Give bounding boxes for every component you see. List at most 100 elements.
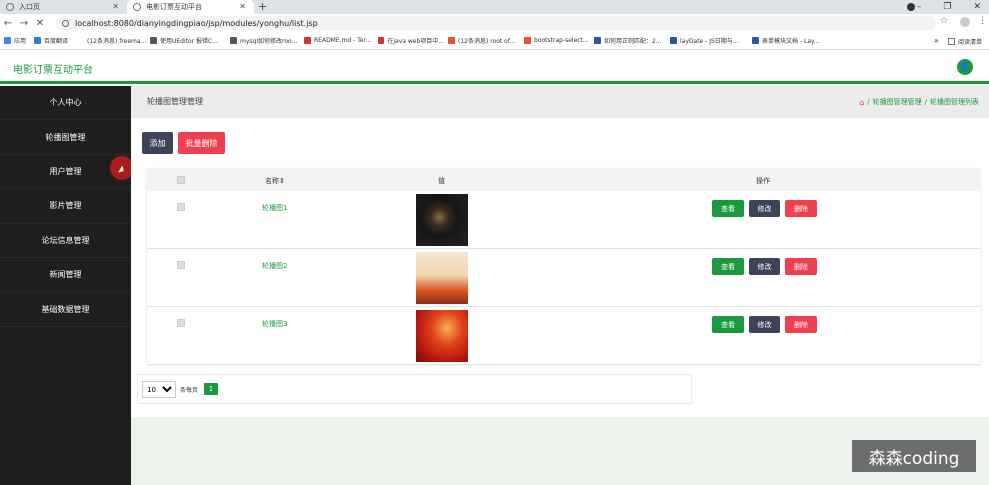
address-bar: ← → ✕ localhost:8080/dianyingdingpiao/js…	[0, 14, 989, 32]
bookmark-favicon-icon	[378, 37, 385, 44]
bookmark-item[interactable]: layDate - JS日期与...	[670, 36, 748, 45]
data-table: 名称⇕ 值 操作 轮播图1 查看 修改 删除 轮播图2 查看 修改 删除 轮播图…	[147, 169, 980, 365]
minimize-icon[interactable]: –	[917, 2, 922, 12]
bookmark-item[interactable]: README.md - Ter...	[304, 37, 374, 44]
bookmark-item[interactable]: 如何用正则匹配：2...	[594, 36, 666, 45]
bookmark-label: mysql如何修改roo...	[240, 38, 298, 45]
per-page-label: 条每页	[180, 387, 199, 394]
more-bookmarks-icon[interactable]: »	[934, 36, 939, 45]
edit-button[interactable]: 修改	[749, 200, 780, 217]
bookmark-item[interactable]: 表单模块文档 - Lay...	[752, 36, 824, 45]
column-header-value: 值	[438, 177, 445, 185]
sidebar: 个人中心 轮播图管理 用户管理 影片管理 论坛信息管理 新闻管理 基础数据管理	[0, 86, 131, 485]
profile-icon[interactable]	[907, 3, 915, 11]
user-avatar-icon[interactable]: 👤	[957, 59, 973, 75]
tab-label: 电影订票互动平台	[146, 3, 202, 11]
back-icon[interactable]: ←	[0, 18, 16, 29]
select-all-checkbox[interactable]	[177, 176, 185, 184]
app-title: 电影订票互动平台	[13, 65, 93, 76]
close-window-icon[interactable]: ✕	[973, 2, 981, 12]
account-icon[interactable]	[960, 17, 970, 27]
bulk-delete-button[interactable]: 批量删除	[178, 132, 225, 154]
page-title: 轮播图管理管理	[147, 97, 203, 106]
sidebar-item-label: 个人中心	[49, 98, 82, 108]
bookmark-label: README.md - Ter...	[314, 37, 372, 44]
table-row: 轮播图1 查看 修改 删除	[147, 191, 980, 249]
sidebar-item-label: 轮播图管理	[45, 132, 86, 142]
bookmark-item[interactable]: 应用	[4, 36, 30, 45]
carousel-thumbnail	[416, 310, 468, 362]
row-checkbox[interactable]	[177, 319, 185, 327]
reading-list-icon	[948, 38, 955, 45]
sidebar-item-profile[interactable]: 个人中心	[0, 86, 131, 121]
browser-tab-bar: 入口页 ✕ 电影订票互动平台 ✕ + – ❐ ✕	[0, 0, 989, 14]
bookmark-favicon-icon	[4, 37, 11, 44]
url-input[interactable]: localhost:8080/dianyingdingpiao/jsp/modu…	[56, 16, 936, 30]
row-checkbox[interactable]	[177, 261, 185, 269]
pagination: 10 条每页 1	[137, 374, 692, 404]
bookmark-favicon-icon	[752, 37, 759, 44]
bookmark-favicon-icon	[230, 37, 237, 44]
sidebar-item-label: 论坛信息管理	[41, 235, 90, 245]
row-checkbox[interactable]	[177, 203, 185, 211]
bookmarks-bar: 应用 百度翻译 (12条消息) freema... 使用UEditor 报错C... m…	[0, 32, 989, 50]
sidebar-item-carousel[interactable]: 轮播图管理	[0, 120, 131, 155]
breadcrumb-sep: /	[924, 98, 927, 106]
new-tab-button[interactable]: +	[258, 0, 267, 14]
bookmark-item[interactable]: bootstrap-select...	[524, 37, 590, 44]
bookmark-item[interactable]: (12条消息) freema...	[84, 36, 146, 45]
bookmark-favicon-icon	[594, 37, 601, 44]
sidebar-item-base-data[interactable]: 基础数据管理	[0, 292, 131, 327]
sidebar-item-news[interactable]: 新闻管理	[0, 258, 131, 293]
breadcrumb-level1[interactable]: 轮播图管理管理	[873, 97, 922, 107]
stop-icon[interactable]: ✕	[32, 18, 48, 29]
restore-icon[interactable]: ❐	[943, 2, 951, 12]
page-size-select[interactable]: 10	[142, 381, 176, 398]
page-1-button[interactable]: 1	[204, 383, 218, 395]
tab-label: 入口页	[19, 3, 40, 11]
breadcrumb: ⌂ / 轮播图管理管理 / 轮播图管理列表	[859, 97, 979, 107]
window-controls: – ❐ ✕	[917, 0, 981, 14]
bookmark-star-icon[interactable]: ☆	[940, 16, 948, 26]
bookmark-label: layDate - JS日期与...	[680, 38, 739, 45]
sidebar-item-forum[interactable]: 论坛信息管理	[0, 224, 131, 258]
bookmark-favicon-icon	[448, 37, 455, 44]
sidebar-item-label: 基础数据管理	[41, 304, 90, 314]
bookmark-item[interactable]: (12条消息) root of...	[448, 36, 520, 45]
bookmark-item[interactable]: mysql如何修改roo...	[230, 36, 300, 45]
menu-icon[interactable]: ⋮	[978, 16, 987, 26]
reading-list-label: 阅读清单	[958, 39, 983, 46]
view-button[interactable]: 查看	[712, 200, 744, 217]
breadcrumb-bar: 轮播图管理管理 ⌂ / 轮播图管理管理 / 轮播图管理列表	[131, 86, 989, 118]
edit-button[interactable]: 修改	[749, 258, 780, 275]
column-header-name[interactable]: 名称⇕	[265, 176, 285, 186]
sidebar-item-movies[interactable]: 影片管理	[0, 189, 131, 224]
watermark: 森森coding	[852, 440, 976, 472]
reading-list[interactable]: 阅读清单	[948, 37, 982, 46]
view-button[interactable]: 查看	[712, 316, 744, 333]
view-button[interactable]: 查看	[712, 258, 744, 275]
bookmark-label: 在java web项目中...	[387, 38, 444, 45]
bookmark-item[interactable]: 使用UEditor 报错C...	[150, 36, 226, 45]
delete-button[interactable]: 删除	[785, 258, 817, 275]
bookmark-item[interactable]: 百度翻译	[34, 36, 80, 45]
home-icon[interactable]: ⌂	[859, 98, 864, 107]
info-icon[interactable]	[62, 19, 69, 27]
close-tab-icon[interactable]: ✕	[239, 2, 246, 11]
carousel-thumbnail	[416, 194, 468, 246]
browser-tab-active[interactable]: 电影订票互动平台 ✕	[127, 0, 254, 14]
close-tab-icon[interactable]: ✕	[112, 2, 119, 11]
delete-button[interactable]: 删除	[785, 200, 817, 217]
delete-button[interactable]: 删除	[785, 316, 817, 333]
browser-tab[interactable]: 入口页 ✕	[0, 0, 127, 14]
bookmark-favicon-icon	[34, 37, 41, 44]
row-name: 轮播图3	[262, 320, 288, 328]
bookmark-label: (12条消息) freema...	[87, 38, 146, 45]
bookmark-label: 应用	[14, 38, 27, 45]
bookmark-item[interactable]: 在java web项目中...	[378, 36, 444, 45]
add-button[interactable]: 添加	[142, 132, 173, 154]
bookmark-label: bootstrap-select...	[534, 37, 589, 44]
forward-icon[interactable]: →	[16, 18, 32, 29]
edit-button[interactable]: 修改	[749, 316, 780, 333]
table-header: 名称⇕ 值 操作	[147, 169, 980, 191]
